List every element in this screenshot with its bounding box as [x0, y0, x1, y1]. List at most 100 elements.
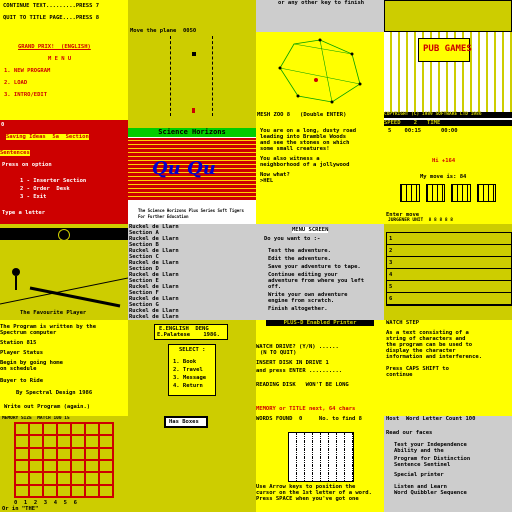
press-enter[interactable]: and press ENTER .......... — [256, 368, 342, 374]
letter-cell[interactable] — [337, 441, 345, 449]
grid-cell[interactable] — [99, 459, 113, 473]
grid-cell[interactable] — [29, 472, 43, 485]
grid-cell[interactable] — [15, 435, 29, 448]
letter-cell[interactable] — [321, 465, 329, 473]
adv-input[interactable]: >HEL — [260, 178, 273, 184]
grid-cell[interactable] — [57, 459, 71, 473]
grid-cell[interactable] — [29, 484, 43, 497]
grid-cell[interactable] — [29, 447, 43, 460]
grid-cell[interactable] — [57, 472, 71, 485]
letter-cell[interactable] — [345, 465, 353, 473]
quit-title-option[interactable]: QUIT TO TITLE PAGE....PRESS 8 — [3, 15, 99, 21]
letter-cell[interactable] — [329, 433, 337, 441]
grid-cell[interactable] — [15, 484, 29, 497]
letter-cell[interactable] — [329, 465, 337, 473]
grid-cell[interactable] — [43, 447, 57, 460]
grid-cell[interactable] — [29, 435, 43, 448]
grid-cell[interactable] — [99, 447, 113, 460]
grid-cell[interactable] — [15, 423, 29, 436]
letter-cell[interactable] — [305, 449, 313, 457]
grid-cell[interactable] — [43, 423, 57, 436]
letter-cell[interactable] — [321, 473, 329, 481]
grid-cell[interactable] — [71, 447, 85, 460]
option-travel[interactable]: 2. Travel — [173, 367, 203, 373]
letter-cell[interactable] — [305, 473, 313, 481]
grid-cell[interactable] — [57, 447, 71, 460]
letter-cell[interactable] — [345, 433, 353, 441]
letter-cell[interactable] — [329, 473, 337, 481]
letter-cell[interactable] — [297, 433, 305, 441]
letter-cell[interactable] — [297, 457, 305, 465]
grid-cell[interactable] — [43, 472, 57, 485]
letter-cell[interactable] — [289, 441, 297, 449]
grid-cell[interactable] — [71, 423, 85, 436]
letter-cell[interactable] — [321, 433, 329, 441]
grid-cell[interactable] — [99, 423, 113, 436]
word-search-grid[interactable] — [288, 432, 354, 482]
grid-cell[interactable] — [15, 459, 29, 473]
letter-cell[interactable] — [289, 433, 297, 441]
option-book[interactable]: 1. Book — [173, 359, 196, 365]
letter-cell[interactable] — [337, 457, 345, 465]
menu-new-program[interactable]: 1. NEW PROGRAM — [4, 68, 50, 74]
letter-cell[interactable] — [345, 457, 353, 465]
grid-cell[interactable] — [29, 459, 43, 473]
grid-cell[interactable] — [85, 484, 99, 497]
letter-cell[interactable] — [289, 457, 297, 465]
letter-cell[interactable] — [305, 465, 313, 473]
word-item-2[interactable]: Ability and the — [394, 448, 444, 454]
letter-cell[interactable] — [313, 465, 321, 473]
letter-cell[interactable] — [329, 457, 337, 465]
write-out-program[interactable]: Write out Program (again.) — [4, 404, 90, 410]
letter-cell[interactable] — [337, 449, 345, 457]
menu-finish[interactable]: Finish altogether. — [268, 306, 328, 312]
letter-cell[interactable] — [305, 441, 313, 449]
letter-cell[interactable] — [329, 449, 337, 457]
grid-cell[interactable] — [99, 472, 113, 485]
grid-cell[interactable] — [71, 472, 85, 485]
letter-cell[interactable] — [337, 433, 345, 441]
option-exit[interactable]: 3 - Exit — [20, 194, 47, 200]
letter-cell[interactable] — [337, 465, 345, 473]
letter-cell[interactable] — [297, 441, 305, 449]
grid-cell[interactable] — [99, 435, 113, 448]
letter-cell[interactable] — [321, 449, 329, 457]
letter-cell[interactable] — [321, 441, 329, 449]
menu-test-adventure[interactable]: Test the adventure. — [268, 248, 331, 254]
grid-cell[interactable] — [85, 472, 99, 485]
menu-edit-adventure[interactable]: Edit the adventure. — [268, 256, 331, 262]
red-grid[interactable] — [14, 422, 114, 498]
grid-cell[interactable] — [71, 484, 85, 497]
grid-cell[interactable] — [71, 459, 85, 473]
letter-cell[interactable] — [305, 433, 313, 441]
grid-cell[interactable] — [43, 435, 57, 448]
option-return[interactable]: 4. Return — [173, 383, 203, 389]
letter-cell[interactable] — [345, 473, 353, 481]
letter-cell[interactable] — [345, 449, 353, 457]
letter-cell[interactable] — [313, 433, 321, 441]
menu-intro-edit[interactable]: 3. INTRO/EDIT — [4, 92, 47, 98]
grid-cell[interactable] — [57, 435, 71, 448]
grid-cell[interactable] — [57, 484, 71, 497]
letter-cell[interactable] — [329, 441, 337, 449]
word-item-4[interactable]: Sentence Sentinel — [394, 462, 450, 468]
letter-cell[interactable] — [305, 457, 313, 465]
grid-cell[interactable] — [57, 423, 71, 436]
letter-cell[interactable] — [297, 465, 305, 473]
letter-cell[interactable] — [289, 473, 297, 481]
grid-cell[interactable] — [85, 423, 99, 436]
letter-cell[interactable] — [313, 473, 321, 481]
letter-cell[interactable] — [313, 457, 321, 465]
letter-cell[interactable] — [345, 441, 353, 449]
grid-cell[interactable] — [15, 447, 29, 460]
letter-cell[interactable] — [337, 473, 345, 481]
grid-cell[interactable] — [29, 423, 43, 436]
option-message[interactable]: 3. Message — [173, 375, 206, 381]
menu-load[interactable]: 2. LOAD — [4, 80, 27, 86]
grid-cell[interactable] — [71, 435, 85, 448]
letter-cell[interactable] — [289, 465, 297, 473]
word-item-5[interactable]: Special printer — [394, 472, 444, 478]
letter-cell[interactable] — [313, 449, 321, 457]
letter-cell[interactable] — [289, 449, 297, 457]
option-inserter[interactable]: 1 - Inserter Section — [20, 178, 86, 184]
